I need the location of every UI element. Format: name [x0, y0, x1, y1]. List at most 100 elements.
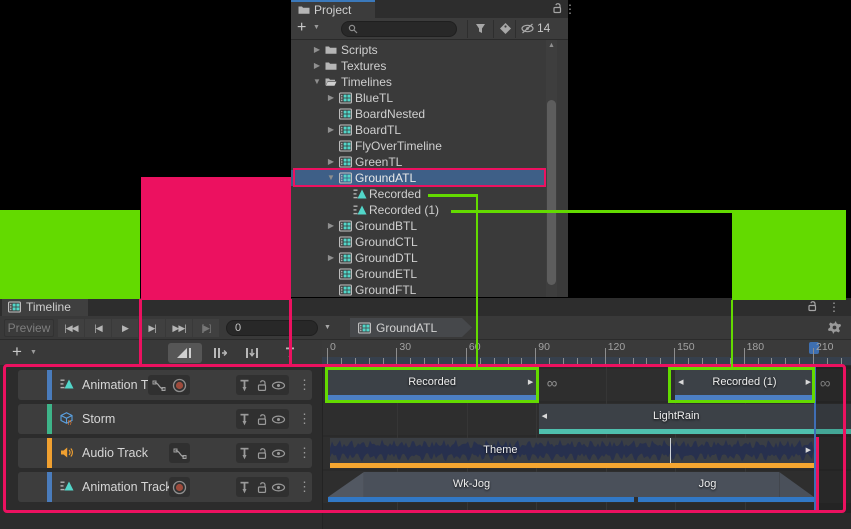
expand-arrow-icon[interactable]: ▶ [325, 90, 337, 106]
clip-right-arrow-icon[interactable]: ▶ [806, 370, 811, 395]
expand-arrow-icon[interactable]: ▶ [325, 122, 337, 138]
ruler-tick [730, 358, 731, 365]
frame-field[interactable]: 0 [226, 320, 318, 336]
lock-icon[interactable] [253, 375, 270, 395]
lock-icon[interactable] [551, 2, 563, 14]
track-header-animation-track[interactable]: Animation Track⋮ [18, 370, 312, 400]
clip-recorded[interactable]: Recorded▶ [328, 370, 536, 400]
tree-item-boardtl[interactable]: ▶BoardTL [291, 122, 545, 138]
go-to-beginning-button[interactable]: |◀◀ [58, 319, 84, 337]
lock-icon[interactable] [253, 477, 270, 497]
curves-icon[interactable] [169, 443, 190, 463]
tree-item-groundftl[interactable]: GroundFTL [291, 282, 545, 298]
tree-item-groundbtl[interactable]: ▶GroundBTL [291, 218, 545, 234]
clip-right-arrow-icon[interactable]: ▶ [528, 370, 533, 395]
expand-arrow-icon[interactable]: ▼ [311, 74, 323, 90]
expand-arrow-icon[interactable]: ▶ [311, 58, 323, 74]
curves-view-toggle[interactable] [168, 343, 202, 363]
curves-icon[interactable] [148, 375, 169, 395]
show-markers-toggle[interactable] [278, 343, 302, 363]
eye-icon[interactable] [270, 409, 287, 429]
record-icon[interactable] [169, 375, 190, 395]
next-frame-button[interactable]: ▶| [139, 319, 165, 337]
clip-right-arrow-icon[interactable]: ▶ [806, 438, 811, 463]
expand-arrow-icon[interactable]: ▶ [325, 218, 337, 234]
ruler-tick [452, 358, 453, 365]
lock-icon[interactable] [806, 300, 818, 312]
tree-item-grounddtl[interactable]: ▶GroundDTL [291, 250, 545, 266]
tree-item-label: GroundATL [355, 170, 416, 186]
tree-item-scripts[interactable]: ▶Scripts [291, 42, 545, 58]
previous-frame-button[interactable]: |◀ [85, 319, 111, 337]
lock-icon[interactable] [253, 443, 270, 463]
ruler-label: 0 [330, 341, 336, 353]
add-asset-button[interactable]: + [297, 19, 306, 37]
kebab-menu-icon[interactable]: ⋮ [564, 2, 576, 16]
tree-item-groundatl[interactable]: ▼ GroundATL [291, 170, 545, 186]
replace-edit-mode-button[interactable] [238, 343, 266, 363]
tree-item-recorded[interactable]: Recorded [291, 186, 545, 202]
tree-item-boardnested[interactable]: BoardNested [291, 106, 545, 122]
tab-timeline[interactable]: Timeline [2, 298, 88, 316]
add-track-button[interactable]: + [12, 342, 22, 362]
pin-icon[interactable] [236, 375, 253, 395]
project-scrollbar[interactable]: ▲ [546, 40, 557, 297]
track-header-storm[interactable]: {}Storm⋮ [18, 404, 312, 434]
kebab-menu-icon[interactable]: ⋮ [298, 438, 311, 468]
track-header-audio-track[interactable]: Audio Track⋮ [18, 438, 312, 468]
tree-item-greentl[interactable]: ▶GreenTL [291, 154, 545, 170]
track-content-area[interactable]: Recorded▶Recorded (1)◀▶LightRain◀Theme▶W… [322, 366, 851, 529]
eye-icon[interactable] [270, 375, 287, 395]
search-input[interactable] [341, 21, 457, 37]
search-by-type-icon[interactable] [474, 22, 487, 35]
kebab-menu-icon[interactable]: ⋮ [298, 472, 311, 502]
pin-icon[interactable] [236, 409, 253, 429]
eye-icon[interactable] [270, 477, 287, 497]
pin-icon[interactable] [236, 443, 253, 463]
pin-icon[interactable] [236, 477, 253, 497]
breadcrumb[interactable]: GroundATL [350, 318, 472, 337]
tree-item-recorded-1-[interactable]: Recorded (1) [291, 202, 545, 218]
expand-arrow-icon[interactable]: ▼ [325, 170, 337, 186]
hidden-count-eye-icon[interactable] [520, 22, 535, 35]
gear-icon[interactable] [827, 320, 842, 335]
folder-closed-icon [325, 60, 337, 72]
eye-icon[interactable] [270, 443, 287, 463]
clip-jog[interactable]: Jog [579, 472, 814, 502]
ripple-edit-mode-button[interactable] [206, 343, 234, 363]
clip-left-arrow-icon[interactable]: ◀ [678, 370, 683, 395]
scroll-up-icon[interactable]: ▲ [548, 42, 555, 49]
add-track-caret-icon[interactable]: ▼ [30, 349, 37, 356]
record-icon[interactable] [169, 477, 190, 497]
expand-arrow-icon[interactable]: ▶ [325, 250, 337, 266]
tree-item-groundetl[interactable]: GroundETL [291, 266, 545, 282]
kebab-menu-icon[interactable]: ⋮ [298, 404, 311, 434]
scrollbar-thumb[interactable] [547, 100, 556, 285]
tab-project[interactable]: Project [291, 0, 375, 18]
search-by-label-icon[interactable] [499, 22, 512, 35]
tree-item-textures[interactable]: ▶Textures [291, 58, 545, 74]
add-asset-caret-icon[interactable]: ▼ [313, 24, 320, 31]
play-button[interactable]: ▶ [112, 319, 138, 337]
tree-item-label: GroundETL [355, 266, 417, 282]
project-toolbar: + ▼ 14 [291, 18, 568, 40]
clip-theme[interactable]: Theme▶ [330, 438, 814, 468]
kebab-menu-icon[interactable]: ⋮ [298, 370, 311, 400]
preview-toggle[interactable]: Preview [4, 319, 54, 337]
tree-item-flyovertimeline[interactable]: FlyOverTimeline [291, 138, 545, 154]
expand-arrow-icon[interactable]: ▶ [325, 154, 337, 170]
expand-arrow-icon[interactable]: ▶ [311, 42, 323, 58]
clip-left-arrow-icon[interactable]: ◀ [542, 404, 547, 429]
clip-lightrain[interactable]: LightRain◀ [539, 404, 851, 434]
play-range-button[interactable]: [▶] [193, 319, 219, 337]
tree-item-groundctl[interactable]: GroundCTL [291, 234, 545, 250]
tree-item-timelines[interactable]: ▼Timelines [291, 74, 545, 90]
go-to-end-button[interactable]: ▶▶| [166, 319, 192, 337]
frame-field-caret-icon[interactable]: ▼ [324, 324, 331, 331]
lock-icon[interactable] [253, 409, 270, 429]
timeline-ruler[interactable]: 0306090120150180210 [322, 340, 851, 366]
clip-recorded-1-[interactable]: Recorded (1)◀▶ [675, 370, 814, 400]
kebab-menu-icon[interactable]: ⋮ [828, 300, 840, 314]
track-header-animation-track-1-[interactable]: Animation Track (1)⋮ [18, 472, 312, 502]
tree-item-bluetl[interactable]: ▶BlueTL [291, 90, 545, 106]
